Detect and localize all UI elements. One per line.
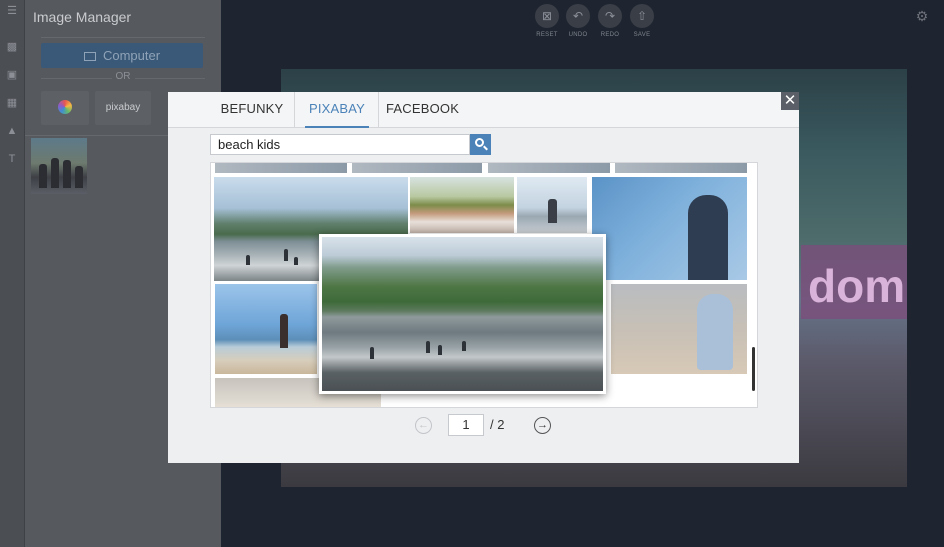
arrow-right-icon[interactable]: → xyxy=(534,417,551,434)
left-toolbar-rail: ☰ ▩ ▣ ▦ ▲ T xyxy=(0,0,25,547)
preview-image xyxy=(322,237,603,391)
divider xyxy=(41,37,205,38)
search-input[interactable] xyxy=(210,134,470,155)
tab-pixabay[interactable]: PIXABAY xyxy=(305,92,369,128)
result-thumbnail[interactable] xyxy=(611,284,747,374)
text-icon[interactable]: T xyxy=(5,153,19,165)
page-total: / 2 xyxy=(490,417,505,432)
search-button[interactable] xyxy=(470,134,491,155)
reset-label: RESET xyxy=(536,32,558,38)
result-thumbnail[interactable] xyxy=(410,177,514,233)
canvas-overlay-text: dom xyxy=(808,260,906,312)
result-thumbnail[interactable] xyxy=(517,177,587,233)
befunky-source-button[interactable] xyxy=(41,91,89,125)
or-separator: OR xyxy=(25,71,221,82)
reset-icon: ⊠ xyxy=(535,4,559,28)
menu-icon[interactable]: ☰ xyxy=(5,5,19,17)
image-hover-preview[interactable] xyxy=(319,234,606,394)
computer-button-label: Computer xyxy=(102,48,161,63)
undo-icon: ↶ xyxy=(566,4,590,28)
results-scrollbar[interactable] xyxy=(752,347,755,391)
layouts-icon[interactable]: ▩ xyxy=(5,41,19,53)
undo-button[interactable]: ↶ UNDO xyxy=(565,4,591,38)
save-button[interactable]: ⇧ SAVE xyxy=(629,4,655,38)
redo-icon: ↷ xyxy=(598,4,622,28)
result-thumbnail[interactable] xyxy=(592,177,747,280)
panel-title: Image Manager xyxy=(33,9,132,25)
source-tabs: BEFUNKY PIXABAY FACEBOOK xyxy=(168,92,799,128)
save-label: SAVE xyxy=(633,32,651,38)
pagination: ← 1 / 2 → xyxy=(168,414,799,436)
tab-divider xyxy=(378,92,379,128)
uploaded-image-thumbnail[interactable] xyxy=(31,138,87,194)
grid-icon[interactable]: ▦ xyxy=(5,97,19,109)
result-thumbnail[interactable] xyxy=(352,163,482,173)
image-icon[interactable]: ▣ xyxy=(5,69,19,81)
undo-label: UNDO xyxy=(568,32,588,38)
redo-button[interactable]: ↷ REDO xyxy=(597,4,623,38)
gear-icon[interactable]: ⚙ xyxy=(914,8,930,24)
pixabay-source-button[interactable]: pixabay xyxy=(95,91,151,125)
result-thumbnail[interactable] xyxy=(215,284,317,374)
shapes-icon[interactable]: ▲ xyxy=(5,125,19,137)
result-thumbnail[interactable] xyxy=(488,163,610,173)
pixabay-logo-label: pixabay xyxy=(105,102,141,113)
result-thumbnail[interactable] xyxy=(615,163,747,173)
page-number-input[interactable]: 1 xyxy=(448,414,484,436)
save-icon: ⇧ xyxy=(630,4,654,28)
tab-divider xyxy=(294,92,295,128)
tab-facebook[interactable]: FACEBOOK xyxy=(386,92,459,128)
close-icon[interactable]: ✕ xyxy=(781,92,799,110)
result-thumbnail[interactable] xyxy=(215,163,347,173)
tab-befunky[interactable]: BEFUNKY xyxy=(210,92,294,128)
upload-computer-button[interactable]: Computer xyxy=(41,43,203,68)
befunky-logo-icon xyxy=(58,100,72,114)
monitor-icon xyxy=(83,52,96,61)
search-icon-handle xyxy=(483,145,488,151)
reset-button[interactable]: ⊠ RESET xyxy=(534,4,560,38)
arrow-left-icon[interactable]: ← xyxy=(415,417,432,434)
redo-label: REDO xyxy=(600,32,620,38)
